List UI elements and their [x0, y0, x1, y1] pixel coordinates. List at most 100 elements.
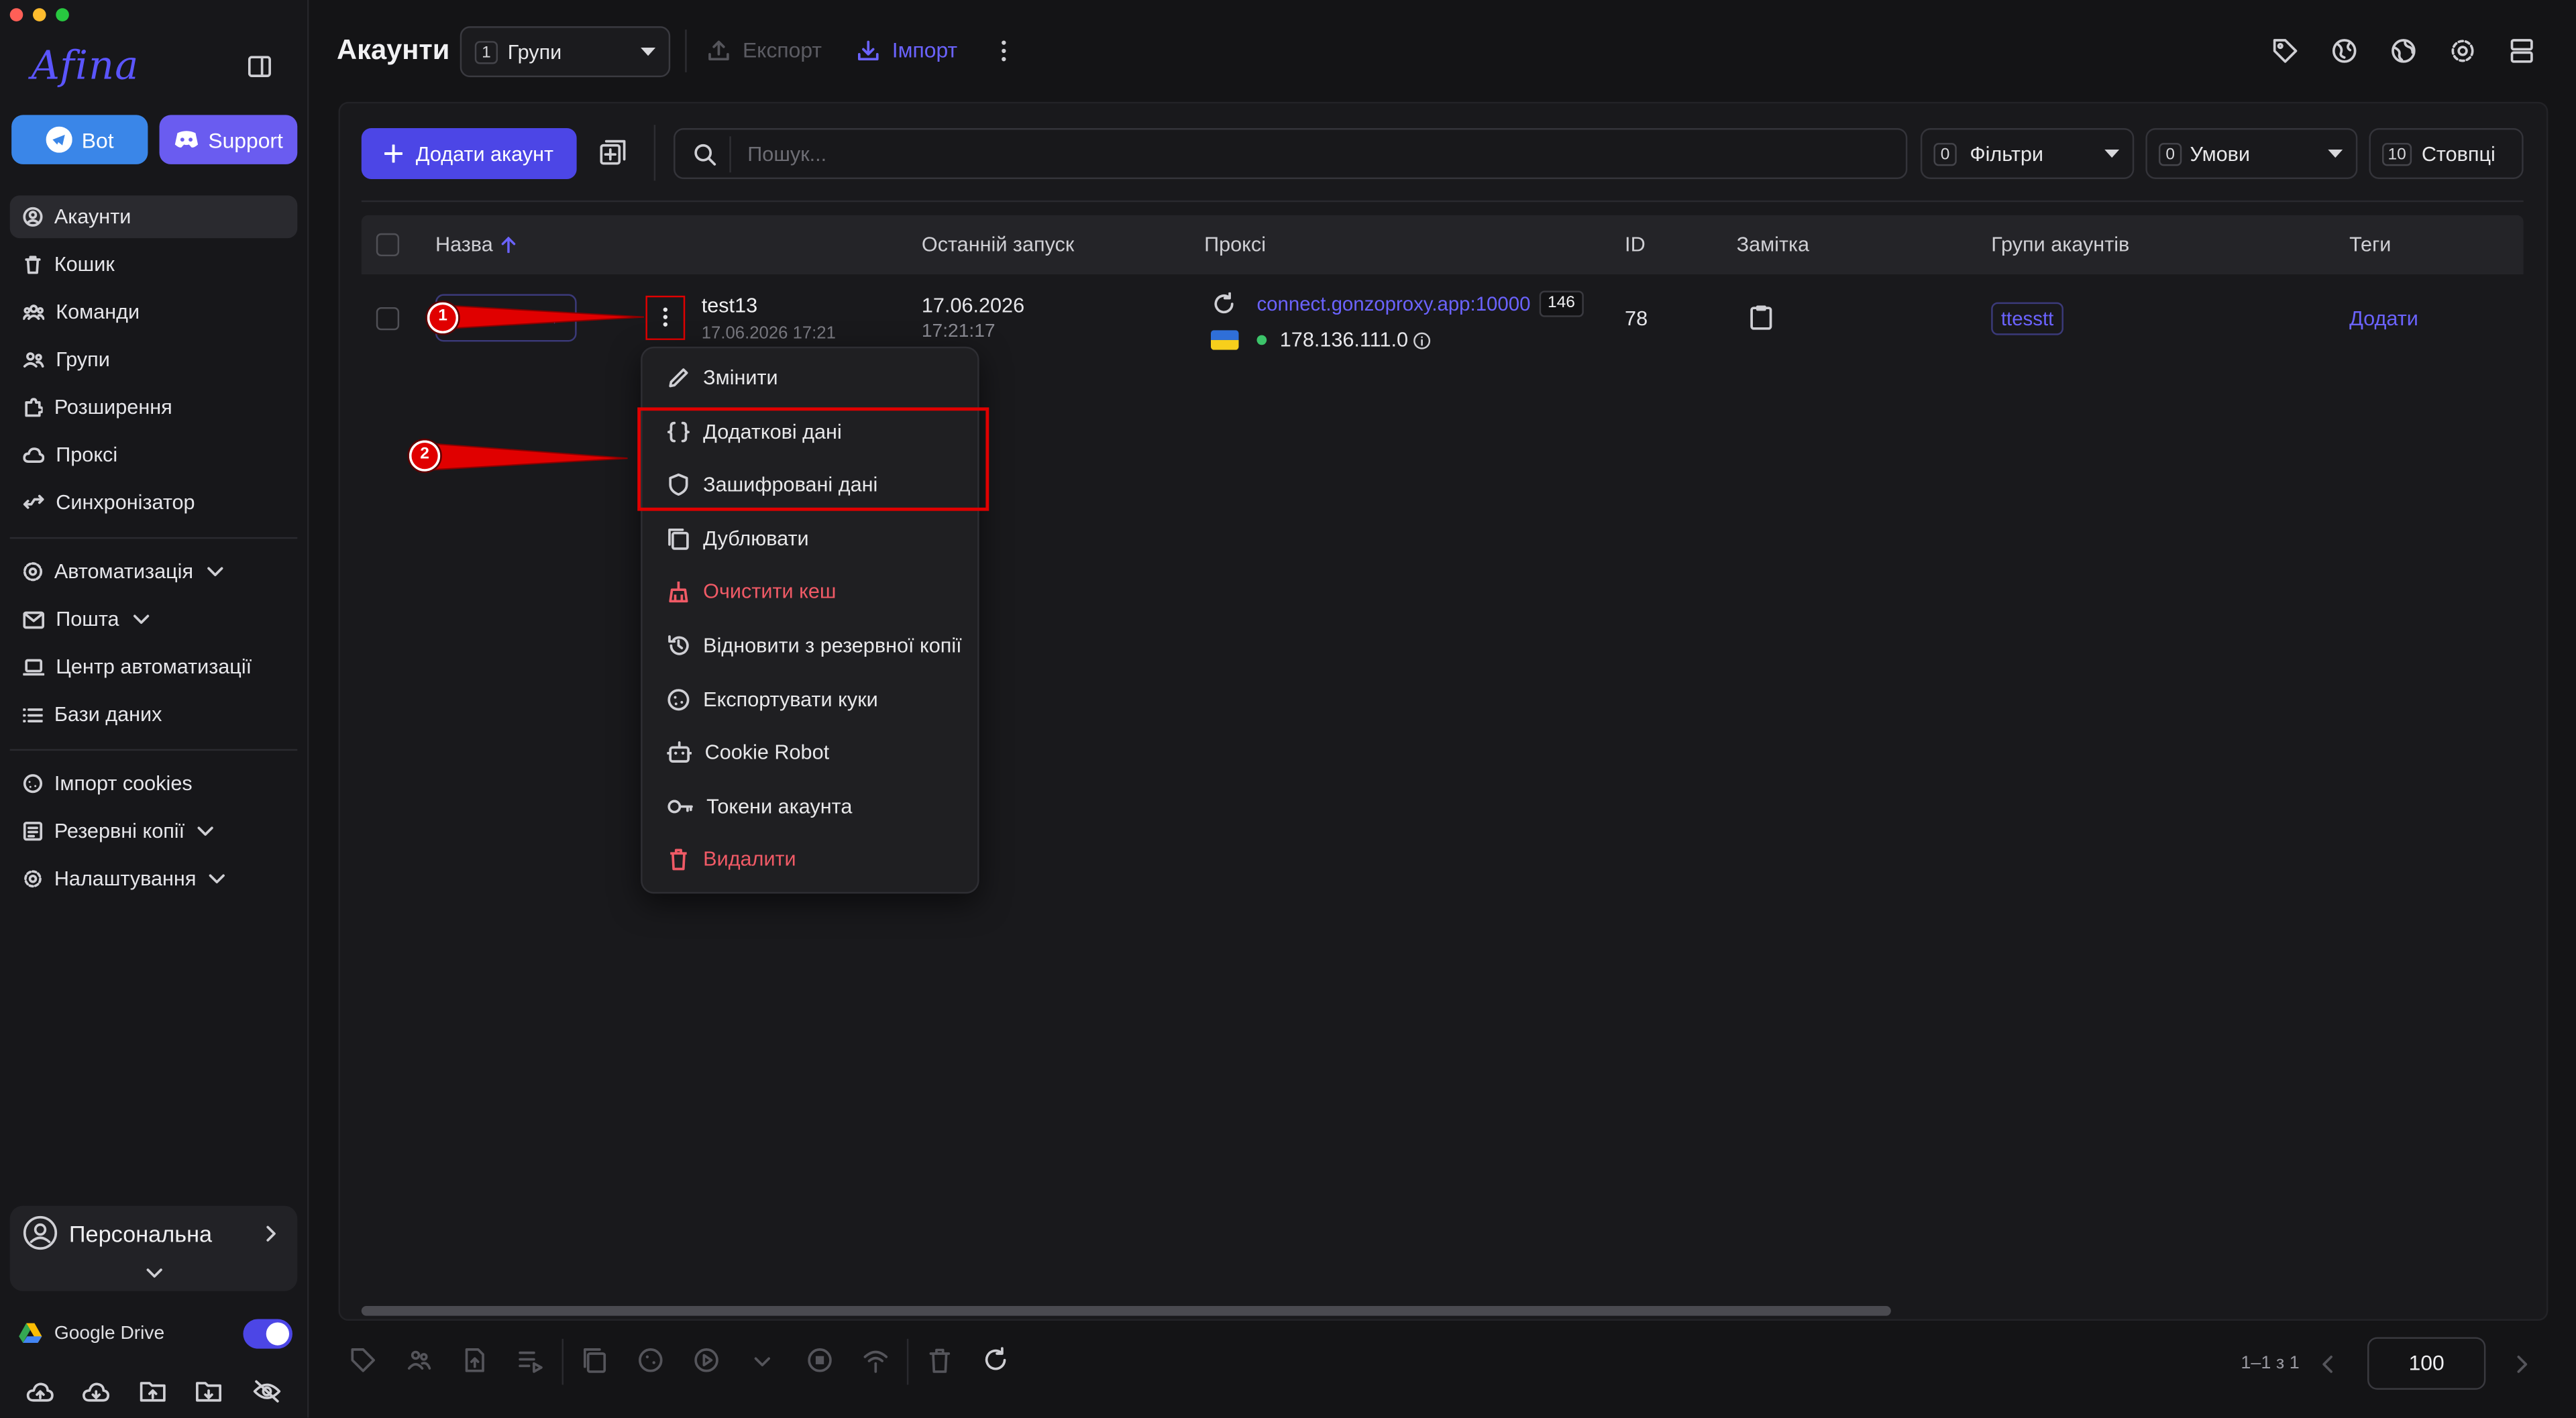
import-button[interactable]: Імпорт [857, 38, 957, 62]
globe-icon[interactable] [2390, 38, 2416, 64]
google-drive-toggle[interactable] [243, 1319, 292, 1349]
prev-page-icon[interactable] [2321, 1355, 2332, 1373]
chevron-right-icon [266, 1225, 276, 1242]
cloud-download-icon[interactable] [82, 1380, 110, 1403]
cloud-upload-icon[interactable] [26, 1380, 54, 1403]
menu-item-export-cookies[interactable]: Експортувати куки [667, 684, 878, 716]
bot-button[interactable]: Bot [11, 115, 148, 164]
column-header-label: Назва [435, 233, 493, 257]
tag-icon[interactable] [2272, 38, 2298, 64]
menu-item-duplicate[interactable]: Дублювати [667, 523, 809, 555]
sidebar-item-synchronizer[interactable]: Синхронізатор [10, 482, 298, 525]
groups-select[interactable]: 1 Групи [460, 26, 671, 78]
sort-ascending-icon [501, 236, 516, 254]
row-checkbox[interactable] [376, 307, 400, 331]
account-group-badge[interactable]: ttesstt [1991, 302, 2063, 335]
column-header-last-run[interactable]: Останній запуск [922, 233, 1074, 256]
horizontal-scrollbar[interactable] [361, 1305, 1891, 1316]
bulk-play-menu-chevron-icon[interactable] [754, 1357, 770, 1367]
list-icon [23, 707, 43, 722]
minimize-window-button[interactable] [32, 8, 46, 21]
sidebar-item-teams[interactable]: Команди [10, 290, 298, 333]
menu-item-restore-backup[interactable]: Відновити з резервної копії [667, 629, 962, 662]
next-page-icon[interactable] [2517, 1355, 2528, 1373]
bulk-export-file-icon[interactable] [462, 1347, 488, 1373]
bulk-add-icon[interactable] [600, 140, 626, 166]
conditions-select[interactable]: 0 Умови [2145, 128, 2358, 179]
bulk-cookie-icon[interactable] [637, 1347, 663, 1373]
support-label: Support [208, 127, 283, 152]
more-vertical-icon[interactable] [996, 40, 1012, 62]
highlight-box [637, 407, 989, 511]
menu-item-label: Токени акаунта [706, 795, 853, 818]
puzzle-icon [25, 398, 43, 417]
bulk-proxy-check-icon[interactable] [863, 1347, 889, 1373]
bulk-users-icon[interactable] [406, 1347, 432, 1373]
menu-item-delete[interactable]: Видалити [667, 842, 796, 875]
sidebar-item-accounts[interactable]: Акаунти [9, 195, 298, 239]
sidebar-item-automation[interactable]: Автоматизація [10, 550, 298, 593]
eye-off-icon[interactable] [253, 1380, 281, 1403]
filters-select[interactable]: 0 Фільтри [1920, 128, 2135, 179]
sidebar-item-trash[interactable]: Кошик [10, 243, 298, 286]
add-account-button[interactable]: Додати акаунт [361, 128, 577, 179]
workspace-switcher[interactable]: Персональна [9, 1205, 298, 1291]
group-icon [23, 352, 44, 368]
sidebar-item-proxy[interactable]: Проксі [10, 434, 298, 477]
column-header-account-groups[interactable]: Групи акаунтів [1991, 233, 2129, 256]
sidebar-item-extensions[interactable]: Розширення [10, 386, 298, 429]
menu-item-edit[interactable]: Змінити [667, 362, 778, 394]
bulk-delete-icon[interactable] [926, 1347, 953, 1373]
folder-download-icon[interactable] [195, 1380, 222, 1403]
toggle-knob [266, 1322, 290, 1346]
chevron-down-icon [198, 826, 214, 836]
menu-item-label: Cookie Robot [704, 741, 830, 764]
refresh-icon[interactable] [1212, 292, 1235, 315]
column-header-name[interactable]: Назва [435, 233, 516, 256]
add-tag-link[interactable]: Додати [2349, 307, 2418, 330]
globe-sync-icon[interactable] [2331, 38, 2357, 64]
search-input[interactable]: Пошук... [674, 128, 1908, 179]
bulk-play-icon[interactable] [693, 1347, 719, 1373]
proxy-host-link[interactable]: connect.gonzoproxy.app:10000 [1256, 292, 1530, 315]
columns-button[interactable]: 10 Стовпці [2369, 128, 2524, 179]
bulk-tag-icon[interactable] [350, 1347, 376, 1373]
export-button[interactable]: Експорт [708, 38, 822, 62]
column-header-note[interactable]: Замітка [1737, 233, 1809, 256]
bulk-stop-icon[interactable] [806, 1347, 833, 1373]
bot-label: Bot [81, 127, 114, 152]
close-window-button[interactable] [9, 8, 23, 21]
column-header-id[interactable]: ID [1625, 233, 1646, 256]
groups-label: Групи [507, 41, 562, 64]
sidebar-item-databases[interactable]: Бази даних [10, 693, 298, 736]
info-icon[interactable] [1413, 332, 1431, 350]
sidebar-item-backups[interactable]: Резервні копії [10, 810, 298, 853]
page-size-input[interactable]: 100 [2367, 1337, 2486, 1390]
menu-item-cookie-robot[interactable]: Cookie Robot [667, 736, 829, 769]
support-button[interactable]: Support [159, 115, 298, 164]
menu-item-account-tokens[interactable]: Токени акаунта [667, 790, 852, 823]
folder-upload-icon[interactable] [140, 1380, 166, 1403]
search-icon [694, 144, 716, 166]
maximize-window-button[interactable] [56, 8, 69, 21]
caret-down-icon [2104, 149, 2120, 158]
layout-rows-icon[interactable] [2509, 38, 2535, 64]
column-header-proxy[interactable]: Проксі [1204, 233, 1266, 256]
bulk-copy-icon[interactable] [582, 1347, 608, 1373]
sidebar-item-import-cookies[interactable]: Імпорт cookies [10, 762, 298, 805]
bottom-divider [906, 1338, 909, 1385]
collapse-sidebar-icon[interactable] [248, 56, 271, 77]
sidebar-item-automation-center[interactable]: Центр автоматизації [10, 645, 298, 688]
menu-item-clear-cache[interactable]: Очистити кеш [667, 575, 836, 608]
caret-down-icon [641, 48, 656, 56]
sidebar-item-groups[interactable]: Групи [10, 338, 298, 381]
sidebar-item-settings[interactable]: Налаштування [10, 857, 298, 900]
gear-icon[interactable] [2449, 38, 2475, 64]
column-header-tags[interactable]: Теги [2349, 233, 2391, 256]
upload-icon [708, 40, 729, 61]
bulk-list-play-icon[interactable] [517, 1347, 543, 1373]
sidebar-item-mail[interactable]: Пошта [10, 598, 298, 641]
reload-icon[interactable] [983, 1347, 1009, 1373]
clipboard-icon[interactable] [1750, 304, 1772, 330]
select-all-checkbox[interactable] [376, 233, 400, 257]
